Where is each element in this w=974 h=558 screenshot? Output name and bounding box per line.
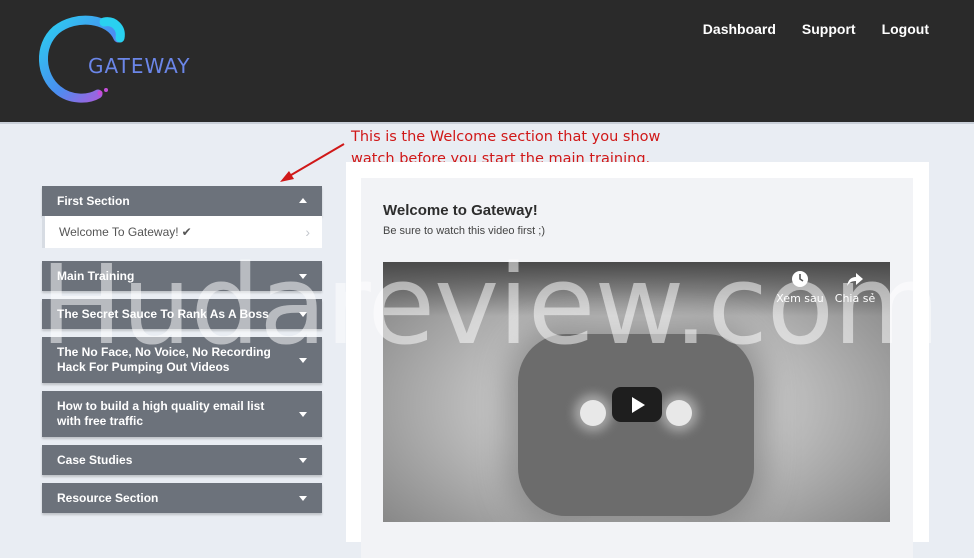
main-nav: Dashboard Support Logout bbox=[703, 21, 929, 37]
share-button[interactable]: Chia sẻ bbox=[827, 270, 883, 305]
gateway-logo[interactable]: GATEWAY bbox=[36, 12, 236, 104]
video-player[interactable]: Xem sau Chia sẻ bbox=[383, 262, 890, 522]
thumbnail-dot-right bbox=[666, 400, 692, 426]
annotation-line-1: This is the Welcome section that you sho… bbox=[351, 129, 661, 145]
section-resources[interactable]: Resource Section bbox=[42, 483, 322, 513]
section-label: First Section bbox=[57, 193, 130, 208]
lesson-welcome[interactable]: Welcome To Gateway! ✔ › bbox=[42, 216, 322, 248]
section-label: Case Studies bbox=[57, 452, 133, 467]
caret-down-icon bbox=[299, 274, 307, 279]
watch-later-label: Xem sau bbox=[776, 292, 824, 305]
checkmark-icon: ✔ bbox=[181, 225, 192, 239]
section-email-list[interactable]: How to build a high quality email list w… bbox=[42, 391, 322, 437]
lesson-panel: Welcome to Gateway! Be sure to watch thi… bbox=[346, 162, 929, 558]
section-label: The Secret Sauce To Rank As A Boss bbox=[57, 306, 269, 321]
play-button[interactable] bbox=[612, 387, 662, 422]
nav-dashboard[interactable]: Dashboard bbox=[703, 21, 776, 37]
section-case-studies[interactable]: Case Studies bbox=[42, 445, 322, 475]
nav-support[interactable]: Support bbox=[802, 21, 856, 37]
caret-down-icon bbox=[299, 496, 307, 501]
section-label: Main Training bbox=[57, 268, 135, 283]
caret-up-icon bbox=[299, 198, 307, 203]
share-icon bbox=[847, 273, 863, 286]
section-first[interactable]: First Section bbox=[42, 186, 322, 216]
watch-later-button[interactable]: Xem sau bbox=[772, 270, 828, 305]
section-label: The No Face, No Voice, No Recording Hack… bbox=[57, 345, 271, 374]
thumbnail-dot-left bbox=[580, 400, 606, 426]
video-thumbnail-shape bbox=[518, 334, 754, 516]
lesson-title: Welcome to Gateway! bbox=[383, 202, 538, 219]
annotation-arrow-icon bbox=[280, 143, 345, 182]
lesson-card: Welcome to Gateway! Be sure to watch thi… bbox=[361, 178, 913, 558]
nav-logout[interactable]: Logout bbox=[882, 21, 929, 37]
caret-down-icon bbox=[299, 458, 307, 463]
caret-down-icon bbox=[299, 412, 307, 417]
section-label: Resource Section bbox=[57, 490, 159, 505]
caret-down-icon bbox=[299, 358, 307, 363]
chevron-right-icon: › bbox=[305, 224, 310, 240]
course-sidebar: First Section Welcome To Gateway! ✔ › Ma… bbox=[42, 186, 322, 513]
caret-down-icon bbox=[299, 312, 307, 317]
top-navbar: GATEWAY Dashboard Support Logout bbox=[0, 0, 974, 124]
section-secret-sauce[interactable]: The Secret Sauce To Rank As A Boss bbox=[42, 299, 322, 329]
section-no-face-hack[interactable]: The No Face, No Voice, No Recording Hack… bbox=[42, 337, 322, 383]
section-label: How to build a high quality email list w… bbox=[57, 399, 265, 428]
clock-icon bbox=[792, 271, 808, 287]
section-main-training[interactable]: Main Training bbox=[42, 261, 322, 291]
share-label: Chia sẻ bbox=[834, 292, 876, 305]
logo-text: GATEWAY bbox=[88, 54, 191, 78]
lesson-subtitle: Be sure to watch this video first ;) bbox=[383, 225, 546, 237]
lesson-label: Welcome To Gateway! bbox=[59, 225, 179, 239]
